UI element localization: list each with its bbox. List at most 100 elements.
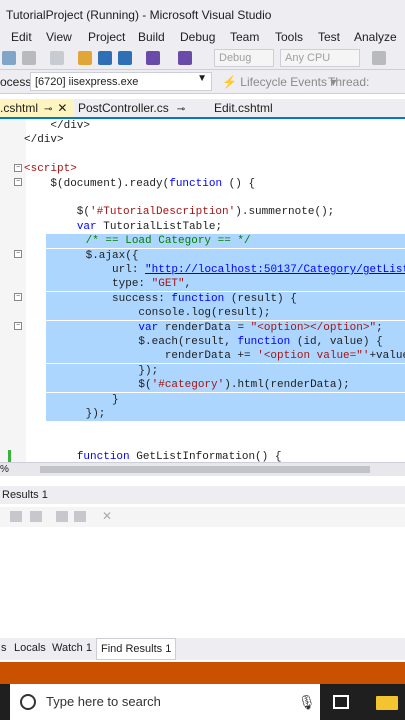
find-results-title: Results 1 <box>2 489 48 501</box>
tab-watch-1[interactable]: Watch 1 <box>52 642 92 654</box>
code-token: () { <box>222 177 256 190</box>
document-tab-strip: .cshtml ⊸ ✕ PostController.cs ⊸ Edit.cshtml <box>0 99 405 119</box>
code-token: renderData += <box>46 350 258 363</box>
task-view-icon[interactable] <box>333 695 349 709</box>
collapse-all-icon[interactable] <box>74 511 86 522</box>
code-line[interactable]: var renderData = "<option></option>"; <box>46 320 405 335</box>
code-line[interactable]: success: function (result) { <box>46 291 405 306</box>
find-results-pane[interactable] <box>0 527 405 637</box>
code-line[interactable]: $(document).ready(function () { <box>24 177 255 191</box>
save-icon[interactable] <box>98 51 112 65</box>
menu-bar: Edit View Project Build Debug Team Tools… <box>0 28 405 46</box>
menu-debug[interactable]: Debug <box>180 30 215 44</box>
find-results-toolbar: ✕ <box>0 507 405 527</box>
stop-search-icon[interactable]: ✕ <box>102 509 112 523</box>
tab-label: PostController.cs <box>78 101 169 115</box>
close-icon[interactable]: ✕ <box>57 101 67 115</box>
code-line[interactable]: url: "http://localhost:50137/Category/ge… <box>46 263 405 277</box>
solution-platform-dropdown[interactable]: Any CPU <box>280 49 360 67</box>
code-token: var <box>76 220 97 233</box>
collapse-icon[interactable]: − <box>14 250 22 258</box>
menu-project[interactable]: Project <box>88 30 125 44</box>
windows-taskbar: Type here to search 🎙 <box>0 684 405 720</box>
zoom-level[interactable]: % <box>0 464 9 475</box>
menu-tools[interactable]: Tools <box>275 30 303 44</box>
process-dropdown[interactable]: [6720] iisexpress.exe ▼ <box>30 72 212 91</box>
taskbar-search-box[interactable]: Type here to search 🎙 <box>10 684 320 720</box>
code-token: }); <box>46 408 106 420</box>
redo-icon[interactable] <box>178 51 192 65</box>
collapse-icon[interactable]: − <box>14 322 22 330</box>
code-token: $.ajax({ <box>46 249 139 262</box>
tab-active-cshtml[interactable]: .cshtml ⊸ ✕ <box>0 99 74 117</box>
code-line[interactable]: var TutorialListTable; <box>24 220 222 234</box>
code-line[interactable]: </div> <box>24 119 90 133</box>
navigate-back-icon[interactable] <box>22 51 36 65</box>
tab-find-results-1[interactable]: Find Results 1 <box>96 638 177 660</box>
chevron-down-icon: ▼ <box>197 73 207 84</box>
tab-partial[interactable]: s <box>1 642 7 654</box>
next-result-icon[interactable] <box>30 511 42 522</box>
code-line[interactable]: } <box>46 392 405 407</box>
menu-analyze[interactable]: Analyze <box>354 30 397 44</box>
code-token: "<option></option>" <box>250 321 377 334</box>
code-editor[interactable]: − − − − − </div> </div> <script> $(documen… <box>0 119 405 462</box>
pin-icon[interactable]: ⊸ <box>177 104 185 115</box>
save-all-icon[interactable] <box>118 51 132 65</box>
collapse-icon[interactable]: − <box>14 164 22 172</box>
menu-build[interactable]: Build <box>138 30 165 44</box>
code-token: url: <box>46 264 146 276</box>
code-line[interactable]: }); <box>46 407 405 421</box>
code-line[interactable]: }); <box>46 363 405 378</box>
code-line[interactable]: </div> <box>24 133 64 147</box>
menu-view[interactable]: View <box>46 30 72 44</box>
collapse-icon[interactable]: − <box>14 178 22 186</box>
scrollbar-thumb[interactable] <box>40 466 370 473</box>
lifecycle-events-button[interactable]: ⚡ Lifecycle Events ▾ <box>222 75 336 89</box>
code-token: </div> <box>24 120 91 132</box>
code-line[interactable]: console.log(result); <box>46 306 405 321</box>
file-explorer-icon[interactable] <box>376 696 398 710</box>
code-line[interactable]: renderData += '<option value="'+value.PC… <box>46 349 405 364</box>
code-line[interactable]: $('#category').html(renderData); <box>46 378 405 393</box>
collapse-icon[interactable]: − <box>14 293 22 301</box>
undo-icon[interactable] <box>146 51 160 65</box>
code-line[interactable]: <script> <box>24 162 77 176</box>
microphone-icon[interactable]: 🎙 <box>298 694 316 711</box>
menu-edit[interactable]: Edit <box>11 30 32 44</box>
previous-result-icon[interactable] <box>10 511 22 522</box>
solution-config-dropdown[interactable]: Debug <box>214 49 274 67</box>
horizontal-scrollbar[interactable]: % <box>0 462 405 476</box>
new-project-icon[interactable] <box>50 51 64 65</box>
editor-gutter <box>0 119 26 462</box>
code-token: }); <box>46 364 159 377</box>
tab-edit-cshtml[interactable]: Edit.cshtml <box>214 101 273 115</box>
menu-team[interactable]: Team <box>230 30 259 44</box>
code-line[interactable]: $('#TutorialDescription').summernote(); <box>24 205 334 219</box>
pin-icon[interactable]: ⊸ <box>44 104 52 115</box>
thread-label: Thread: <box>328 75 370 89</box>
clear-all-icon[interactable] <box>56 511 68 522</box>
code-token: '#TutorialDescription' <box>90 206 236 219</box>
open-file-icon[interactable] <box>78 51 92 65</box>
code-line[interactable]: type: "GET", <box>46 277 405 292</box>
debug-location-toolbar: ocess: [6720] iisexpress.exe ▼ ⚡ Lifecyc… <box>0 70 405 94</box>
code-line[interactable]: /* == Load Category == */ <box>46 234 405 249</box>
code-line[interactable]: $.ajax({ <box>46 248 405 263</box>
start-icon[interactable] <box>372 51 386 65</box>
code-token: , <box>184 278 192 291</box>
code-token: +value.PCa <box>369 350 405 363</box>
code-token: $( <box>46 379 152 392</box>
code-token: "GET" <box>151 278 185 291</box>
code-token: $(document).ready( <box>24 177 170 190</box>
code-line[interactable]: function GetListInformation() { <box>24 450 282 462</box>
menu-test[interactable]: Test <box>318 30 340 44</box>
code-token: $.each(result, <box>46 336 238 348</box>
code-line[interactable]: $.each(result, function (id, value) { <box>46 335 405 349</box>
code-token: </div> <box>24 134 64 147</box>
tab-postcontroller[interactable]: PostController.cs ⊸ <box>78 101 185 115</box>
navigate-forward-icon[interactable] <box>2 51 16 65</box>
code-token: "http://localhost:50137/Category/getList… <box>145 264 405 276</box>
tab-locals[interactable]: Locals <box>14 642 46 654</box>
